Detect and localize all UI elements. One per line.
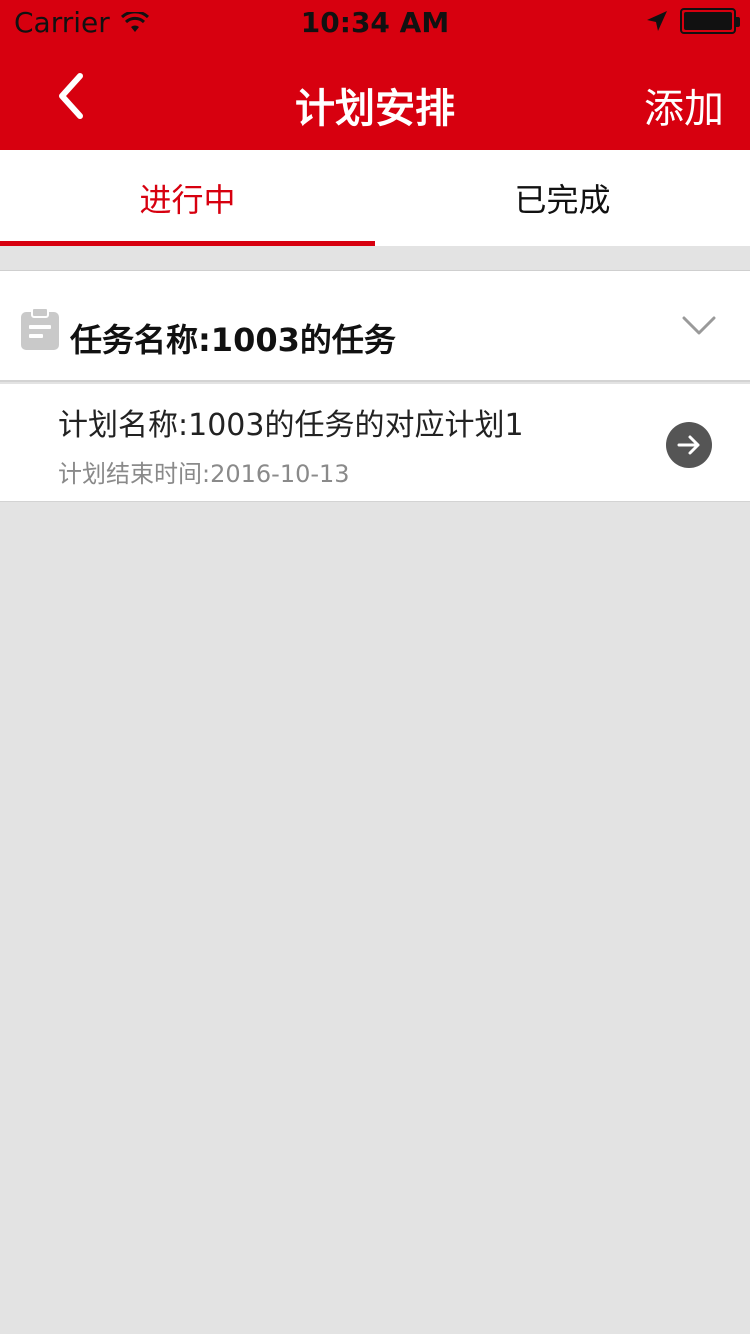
top-bar: Carrier 10:34 AM 计划安排 添加: [0, 0, 750, 150]
plan-list-item[interactable]: 计划名称:1003的任务的对应计划1 计划结束时间:2016-10-13: [0, 384, 750, 502]
arrow-right-circle-icon[interactable]: [666, 422, 712, 468]
chevron-down-icon[interactable]: [682, 315, 716, 337]
task-title: 任务名称:1003的任务: [70, 321, 396, 359]
status-right: [646, 8, 740, 34]
plan-name: 计划名称:1003的任务的对应计划1: [58, 408, 524, 443]
nav-bar: 计划安排 添加: [0, 40, 750, 150]
add-button[interactable]: 添加: [644, 76, 724, 134]
location-arrow-icon: [647, 11, 667, 31]
clipboard-icon: [21, 307, 59, 350]
task-header[interactable]: 任务名称:1003的任务: [0, 270, 750, 382]
tab-in-progress[interactable]: 进行中: [0, 150, 375, 246]
battery-icon: [680, 8, 740, 34]
page-title: 计划安排: [295, 86, 455, 132]
tab-bar: 进行中 已完成: [0, 150, 750, 246]
status-bar: Carrier 10:34 AM: [0, 0, 750, 40]
screen: Carrier 10:34 AM 计划安排 添加 进行中 已完成 任务名称:10…: [0, 0, 750, 1334]
plan-end-date: 计划结束时间:2016-10-13: [58, 460, 350, 488]
status-time: 10:34 AM: [300, 6, 450, 39]
tab-completed[interactable]: 已完成: [375, 150, 750, 246]
